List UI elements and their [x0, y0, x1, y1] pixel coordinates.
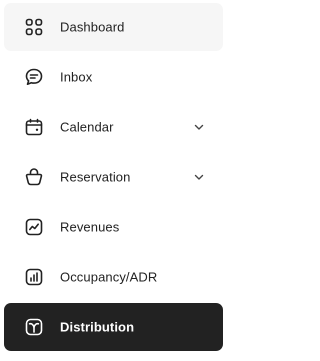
sidebar-item-label: Reservation	[60, 169, 131, 185]
trend-chart-icon	[24, 217, 44, 237]
bar-chart-icon	[24, 267, 44, 287]
sidebar-nav: Dashboard Inbox Calendar Reservation Rev…	[0, 0, 229, 361]
sidebar-item-label: Inbox	[60, 69, 93, 85]
sidebar-item-label: Dashboard	[60, 19, 125, 35]
sidebar-item-label: Occupancy/ADR	[60, 269, 158, 285]
sidebar-item-dashboard[interactable]: Dashboard	[4, 3, 223, 51]
sidebar-item-revenues[interactable]: Revenues	[4, 203, 223, 251]
distribution-icon	[24, 317, 44, 337]
sidebar-item-calendar[interactable]: Calendar	[4, 103, 223, 151]
sidebar-item-label: Calendar	[60, 119, 114, 135]
grid-icon	[24, 17, 44, 37]
sidebar-item-inbox[interactable]: Inbox	[4, 53, 223, 101]
sidebar-item-label: Distribution	[60, 319, 135, 335]
chat-bubble-icon	[24, 67, 44, 87]
sidebar-item-occupancy-adr[interactable]: Occupancy/ADR	[4, 253, 223, 301]
sidebar-item-label: Revenues	[60, 219, 120, 235]
sidebar-item-reservation[interactable]: Reservation	[4, 153, 223, 201]
sidebar-item-distribution[interactable]: Distribution	[4, 303, 223, 351]
calendar-icon	[24, 117, 44, 137]
chevron-down-icon[interactable]	[193, 171, 205, 183]
chevron-down-icon[interactable]	[193, 121, 205, 133]
bag-icon	[24, 167, 44, 187]
